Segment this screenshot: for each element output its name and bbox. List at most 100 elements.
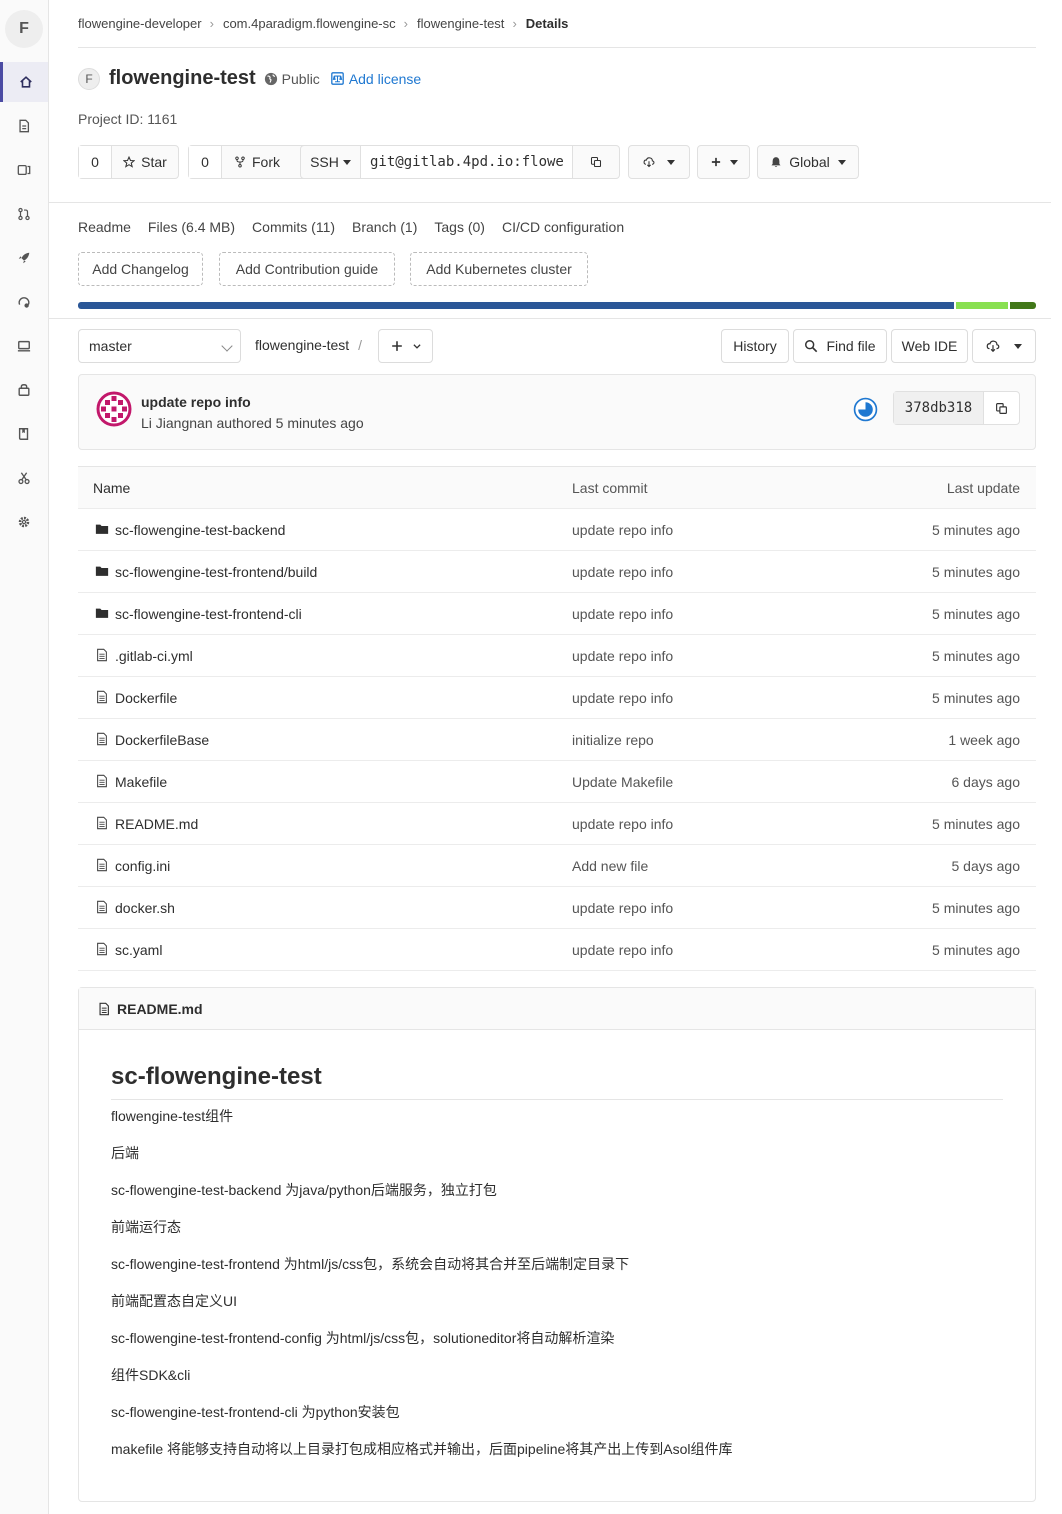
tree-path: flowengine-test / <box>255 337 362 353</box>
commit-message-link[interactable]: update repo info <box>572 606 673 622</box>
table-row[interactable]: sc-flowengine-test-frontend-cli update re… <box>78 593 1036 635</box>
sidebar-item-settings[interactable] <box>0 502 48 542</box>
sidebar-item-snippets[interactable] <box>0 458 48 498</box>
new-item-dropdown[interactable] <box>697 145 750 179</box>
sidebar-item-wiki[interactable] <box>0 414 48 454</box>
star-button[interactable]: Star <box>112 146 178 178</box>
commit-message-link[interactable]: Add new file <box>572 858 648 874</box>
commit-message-link[interactable]: update repo info <box>572 690 673 706</box>
notification-dropdown[interactable]: Global <box>757 145 859 179</box>
clone-protocol-dropdown[interactable]: SSH <box>301 146 361 178</box>
file-name-link[interactable]: README.md <box>115 816 198 832</box>
add-kubernetes-cluster-button[interactable]: Add Kubernetes cluster <box>410 252 588 286</box>
commits-link[interactable]: Commits (11) <box>252 219 335 235</box>
readme-paragraph: 前端运行态 <box>111 1219 181 1235</box>
breadcrumb-current[interactable]: Details <box>526 16 569 31</box>
sidebar-item-analytics[interactable] <box>0 326 48 366</box>
sidebar-item-ci-cd[interactable] <box>0 238 48 278</box>
sidebar-item-packages[interactable] <box>0 370 48 410</box>
project-title: flowengine-test <box>109 67 256 89</box>
commit-message-link[interactable]: update repo info <box>572 900 673 916</box>
file-name-link[interactable]: Dockerfile <box>115 690 177 706</box>
commit-title-link[interactable]: update repo info <box>141 394 251 410</box>
commit-message-link[interactable]: update repo info <box>572 942 673 958</box>
add-changelog-button[interactable]: Add Changelog <box>78 252 203 286</box>
table-row[interactable]: DockerfileBase initialize repo 1 week ago <box>78 719 1036 761</box>
file-name-link[interactable]: sc-flowengine-test-frontend/build <box>115 564 317 580</box>
file-name-link[interactable]: Makefile <box>115 774 167 790</box>
project-avatar[interactable]: F <box>5 10 43 48</box>
download-dropdown[interactable] <box>628 145 690 179</box>
readme-link[interactable]: Readme <box>78 219 131 235</box>
table-row[interactable]: Makefile Update Makefile 6 days ago <box>78 761 1036 803</box>
find-file-button[interactable]: Find file <box>793 329 887 363</box>
file-icon <box>95 648 109 662</box>
breadcrumb-project[interactable]: flowengine-test <box>417 16 504 31</box>
breadcrumb-group[interactable]: flowengine-developer <box>78 16 202 31</box>
branches-link[interactable]: Branch (1) <box>352 219 417 235</box>
project-header: F flowengine-test Public Add license <box>78 67 421 90</box>
table-row[interactable]: sc.yaml update repo info 5 minutes ago <box>78 929 1036 971</box>
sidebar-item-merge-requests[interactable] <box>0 194 48 234</box>
commit-message-link[interactable]: Update Makefile <box>572 774 673 790</box>
add-button[interactable] <box>698 146 749 178</box>
pipeline-running-icon[interactable] <box>853 397 878 422</box>
plus-icon <box>391 341 402 351</box>
table-row[interactable]: sc-flowengine-test-frontend/build update … <box>78 551 1036 593</box>
commit-message-link[interactable]: update repo info <box>572 564 673 580</box>
path-root-link[interactable]: flowengine-test <box>255 337 349 353</box>
breadcrumb-subgroup[interactable]: com.4paradigm.flowengine-sc <box>223 16 396 31</box>
table-row[interactable]: docker.sh update repo info 5 minutes ago <box>78 887 1036 929</box>
download-dropdown[interactable] <box>972 329 1036 363</box>
file-name-link[interactable]: sc-flowengine-test-backend <box>115 522 285 538</box>
history-button[interactable]: History <box>721 329 789 363</box>
star-count[interactable]: 0 <box>79 146 112 178</box>
table-row[interactable]: config.ini Add new file 5 days ago <box>78 845 1036 887</box>
commit-message-link[interactable]: update repo info <box>572 522 673 538</box>
author-avatar[interactable] <box>96 391 132 427</box>
scale-icon <box>330 72 344 85</box>
commit-message-link[interactable]: initialize repo <box>572 732 654 748</box>
file-name-link[interactable]: .gitlab-ci.yml <box>115 648 193 664</box>
branch-selector[interactable]: master <box>78 329 241 363</box>
notification-button[interactable]: Global <box>758 146 858 178</box>
commit-message-link[interactable]: update repo info <box>572 648 673 664</box>
file-name-link[interactable]: sc-flowengine-test-frontend-cli <box>115 606 302 622</box>
table-row[interactable]: Dockerfile update repo info 5 minutes ago <box>78 677 1036 719</box>
add-contribution-guide-button[interactable]: Add Contribution guide <box>219 252 395 286</box>
table-row[interactable]: README.md update repo info 5 minutes ago <box>78 803 1036 845</box>
table-row[interactable]: sc-flowengine-test-backend update repo in… <box>78 509 1036 551</box>
file-icon <box>19 119 30 133</box>
readme-paragraph: 后端 <box>111 1145 139 1161</box>
sidebar-item-repository[interactable] <box>0 106 48 146</box>
file-name-link[interactable]: DockerfileBase <box>115 732 209 748</box>
plus-icon <box>711 157 720 167</box>
commit-sha[interactable]: 378db318 <box>894 392 984 424</box>
language-segment <box>78 302 954 309</box>
readme-filename[interactable]: README.md <box>117 1001 203 1017</box>
tags-link[interactable]: Tags (0) <box>434 219 485 235</box>
add-to-tree-dropdown[interactable] <box>378 329 433 363</box>
file-name-link[interactable]: docker.sh <box>115 900 175 916</box>
files-link[interactable]: Files (6.4 MB) <box>148 219 235 235</box>
notification-label: Global <box>789 154 830 170</box>
download-button[interactable] <box>629 146 689 178</box>
sidebar-item-project-overview[interactable] <box>0 62 48 102</box>
fork-count[interactable]: 0 <box>189 146 222 178</box>
sidebar-item-issues[interactable] <box>0 150 48 190</box>
copy-sha-button[interactable] <box>984 392 1019 424</box>
file-name-link[interactable]: sc.yaml <box>115 942 162 958</box>
clone-url-input[interactable]: git@gitlab.4pd.io:flowe <box>361 146 573 178</box>
breadcrumb: flowengine-developer › com.4paradigm.flow… <box>78 16 568 31</box>
table-header-row: Name Last commit Last update <box>78 467 1036 509</box>
snippets-icon <box>18 472 30 485</box>
sidebar-item-operations[interactable] <box>0 282 48 322</box>
ci-cd-configuration-link[interactable]: CI/CD configuration <box>502 219 624 235</box>
table-row[interactable]: .gitlab-ci.yml update repo info 5 minutes … <box>78 635 1036 677</box>
copy-url-button[interactable] <box>573 146 619 178</box>
commit-message-link[interactable]: update repo info <box>572 816 673 832</box>
web-ide-button[interactable]: Web IDE <box>891 329 968 363</box>
file-name-link[interactable]: config.ini <box>115 858 170 874</box>
last-update-time: 6 days ago <box>951 774 1021 790</box>
add-license-link[interactable]: Add license <box>330 71 421 87</box>
